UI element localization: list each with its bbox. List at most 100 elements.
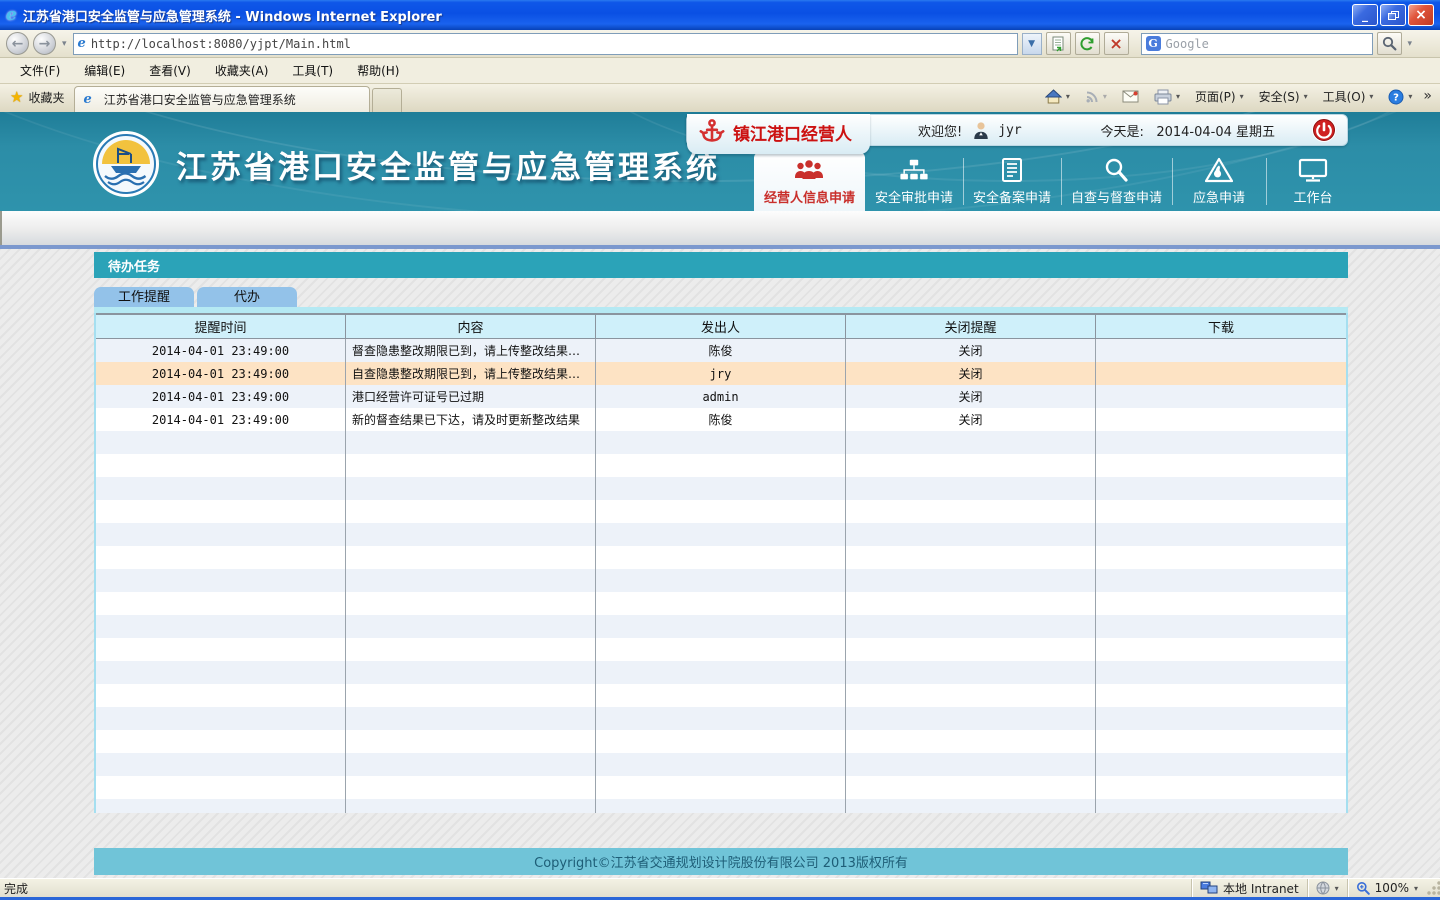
table-row-empty	[96, 546, 1346, 569]
table-row-empty	[96, 799, 1346, 813]
help-button[interactable]: ?▾	[1382, 86, 1418, 108]
minimize-button[interactable]: _	[1352, 4, 1378, 26]
cell-sender: jry	[596, 362, 846, 385]
port-logo	[92, 130, 160, 198]
restore-button[interactable]	[1380, 4, 1406, 26]
address-dropdown[interactable]: ▼	[1022, 33, 1042, 55]
favorites-button[interactable]: ★ 收藏夹	[4, 83, 74, 112]
table-row-empty	[96, 638, 1346, 661]
cell-reminder-time: 2014-04-01 23:49:00	[96, 385, 346, 408]
cell-content: 自查隐患整改期限已到，请上传整改结果…	[346, 362, 596, 385]
sub-toolbar-strip	[0, 211, 1440, 245]
toolbar-overflow-icon[interactable]: »	[1421, 88, 1436, 106]
task-tab[interactable]: 代办	[197, 287, 297, 307]
compatibility-view-button[interactable]	[1046, 32, 1071, 55]
menu-item[interactable]: 编辑(E)	[72, 58, 137, 83]
org-name: 镇江港口经营人	[733, 120, 852, 145]
cell-download	[1096, 408, 1346, 431]
cell-reminder-time: 2014-04-01 23:49:00	[96, 408, 346, 431]
today-date: 今天是: 2014-04-04 星期五	[1101, 121, 1275, 140]
top-nav: 经营人信息申请 安全审批申请 安全备案申请 自查与督查申请	[754, 152, 1360, 211]
cell-sender: 陈俊	[596, 408, 846, 431]
google-icon: G	[1146, 36, 1161, 51]
task-table: 提醒时间内容发出人关闭提醒下载 2014-04-01 23:49:00 督查隐患…	[94, 313, 1348, 813]
address-input[interactable]	[91, 37, 1013, 51]
menu-item[interactable]: 收藏夹(A)	[203, 58, 281, 83]
menu-item[interactable]: 帮助(H)	[345, 58, 411, 83]
menu-item[interactable]: 查看(V)	[137, 58, 203, 83]
browser-tab[interactable]: e 江苏省港口安全监管与应急管理系统	[74, 86, 370, 112]
printer-icon	[1154, 89, 1172, 105]
mail-button[interactable]	[1116, 87, 1145, 106]
task-tabs: 工作提醒 代办	[94, 287, 297, 307]
favorites-bar: ★ 收藏夹 e 江苏省港口安全监管与应急管理系统 ▾ ▾ ▾ 页面(P)▾ 安全…	[0, 84, 1440, 112]
search-options-dropdown[interactable]: ▾	[1406, 39, 1415, 49]
home-button[interactable]: ▾	[1039, 86, 1076, 107]
table-row[interactable]: 2014-04-01 23:49:00 督查隐患整改期限已到，请上传整改结果… …	[96, 339, 1346, 362]
safety-menu-button[interactable]: 安全(S)▾	[1253, 85, 1314, 108]
table-row-empty	[96, 431, 1346, 454]
table-row[interactable]: 2014-04-01 23:49:00 自查隐患整改期限已到，请上传整改结果… …	[96, 362, 1346, 385]
page-menu-button[interactable]: 页面(P)▾	[1189, 85, 1250, 108]
address-field[interactable]: e	[73, 33, 1018, 55]
users-icon	[793, 157, 825, 183]
nav-item[interactable]: 安全审批申请	[865, 152, 963, 211]
security-zone-icon	[1316, 881, 1330, 895]
page-icon: e	[78, 36, 86, 51]
nav-item[interactable]: 经营人信息申请	[754, 152, 865, 211]
close-reminder-link[interactable]: 关闭	[958, 365, 982, 382]
close-reminder-link[interactable]: 关闭	[958, 342, 982, 359]
avatar	[972, 120, 990, 140]
search-box[interactable]: G	[1141, 33, 1373, 55]
column-header: 发出人	[596, 315, 846, 338]
refresh-button[interactable]	[1075, 32, 1100, 55]
nav-item[interactable]: 自查与督查申请	[1061, 152, 1172, 211]
close-reminder-link[interactable]: 关闭	[958, 388, 982, 405]
stop-button[interactable]: ×	[1104, 32, 1129, 55]
zone-indicator: 本地 Intranet	[1191, 879, 1307, 897]
nav-item[interactable]: 工作台	[1266, 152, 1360, 211]
feeds-button[interactable]: ▾	[1079, 87, 1113, 107]
tab-favicon: e	[83, 92, 91, 107]
search-go-button[interactable]	[1377, 32, 1402, 55]
menu-item[interactable]: 工具(T)	[280, 58, 345, 83]
username: jyr	[998, 123, 1021, 138]
protected-mode-control[interactable]: ▾	[1307, 879, 1347, 897]
warning-icon	[1205, 157, 1233, 183]
table-row-empty	[96, 477, 1346, 500]
ie-icon: e	[6, 5, 17, 25]
nav-item[interactable]: 应急申请	[1172, 152, 1266, 211]
zoom-control[interactable]: 100% ▾	[1347, 879, 1426, 897]
cell-download	[1096, 362, 1346, 385]
resize-grip[interactable]	[1426, 879, 1440, 897]
tools-menu-button[interactable]: 工具(O)▾	[1317, 85, 1380, 108]
menu-item[interactable]: 文件(F)	[8, 58, 72, 83]
address-bar: ← → ▾ e ▼ × G ▾	[0, 30, 1440, 58]
logout-button[interactable]	[1311, 117, 1337, 143]
back-button[interactable]: ←	[6, 32, 29, 55]
history-dropdown-icon[interactable]: ▾	[60, 39, 69, 49]
table-row[interactable]: 2014-04-01 23:49:00 新的督查结果已下达，请及时更新整改结果 …	[96, 408, 1346, 431]
task-tab[interactable]: 工作提醒	[94, 287, 194, 307]
table-row-empty	[96, 776, 1346, 799]
brand: 江苏省港口安全监管与应急管理系统	[92, 130, 720, 198]
table-row-empty	[96, 523, 1346, 546]
forward-button[interactable]: →	[33, 32, 56, 55]
window-title: 江苏省港口安全监管与应急管理系统 - Windows Internet Expl…	[23, 6, 442, 25]
new-tab-stub[interactable]	[372, 88, 402, 112]
search-icon	[1382, 36, 1397, 51]
close-reminder-link[interactable]: 关闭	[958, 411, 982, 428]
cell-content: 新的督查结果已下达，请及时更新整改结果	[346, 408, 596, 431]
table-row-empty	[96, 569, 1346, 592]
search-input[interactable]	[1166, 37, 1368, 51]
status-text: 完成	[0, 880, 1191, 897]
tab-title: 江苏省港口安全监管与应急管理系统	[104, 91, 296, 108]
svg-text:?: ?	[1394, 92, 1400, 103]
refresh-icon	[1079, 36, 1095, 52]
print-button[interactable]: ▾	[1148, 86, 1186, 108]
column-header: 下载	[1096, 315, 1346, 338]
nav-item[interactable]: 安全备案申请	[963, 152, 1061, 211]
close-button[interactable]: ×	[1408, 4, 1434, 26]
intranet-icon	[1200, 881, 1218, 895]
table-row[interactable]: 2014-04-01 23:49:00 港口经营许可证号已过期 admin 关闭	[96, 385, 1346, 408]
